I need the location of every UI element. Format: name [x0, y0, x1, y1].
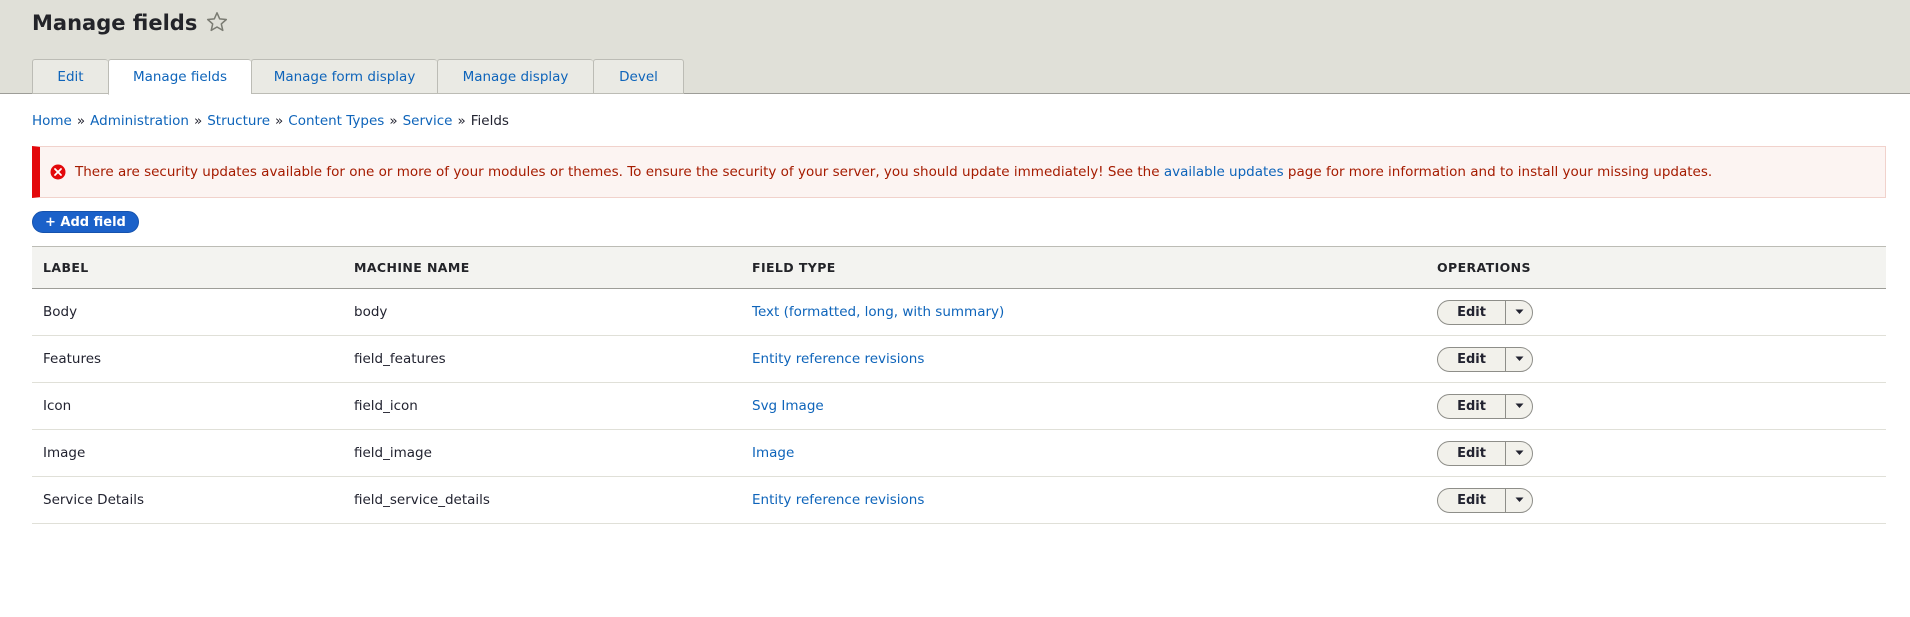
table-row: Image field_image Image Edit: [32, 429, 1886, 477]
breadcrumb-separator: »: [389, 113, 398, 129]
chevron-down-icon: [1515, 403, 1523, 408]
alert-text-after: page for more information and to install…: [1283, 164, 1713, 180]
primary-tabs: Edit Manage fields Manage form display M…: [32, 59, 684, 95]
star-outline-icon[interactable]: [205, 10, 229, 34]
field-type-link[interactable]: Svg Image: [752, 398, 824, 414]
tab-manage-display[interactable]: Manage display: [437, 59, 593, 94]
field-machine-name: body: [343, 288, 741, 336]
field-label: Body: [32, 288, 343, 336]
tab-manage-form-display[interactable]: Manage form display: [251, 59, 437, 94]
table-row: Features field_features Entity reference…: [32, 335, 1886, 383]
breadcrumb-service[interactable]: Service: [403, 113, 453, 129]
operations-dropbutton: Edit: [1437, 346, 1533, 372]
field-machine-name: field_image: [343, 429, 741, 477]
tab-edit[interactable]: Edit: [32, 59, 108, 94]
chevron-down-icon: [1515, 497, 1523, 502]
available-updates-link[interactable]: available updates: [1164, 164, 1284, 180]
dropbutton-toggle[interactable]: [1506, 395, 1532, 418]
add-field-button[interactable]: + Add field: [32, 211, 139, 233]
edit-button[interactable]: Edit: [1438, 300, 1506, 324]
operations-cell: Edit: [1426, 429, 1886, 477]
tab-devel[interactable]: Devel: [593, 59, 684, 94]
header-operations: OPERATIONS: [1426, 246, 1886, 289]
breadcrumb: Home» Administration» Structure» Content Ty…: [32, 111, 509, 131]
breadcrumb-home[interactable]: Home: [32, 113, 72, 129]
breadcrumb-current: Fields: [470, 113, 509, 129]
dropbutton-toggle[interactable]: [1506, 348, 1532, 371]
field-type-link[interactable]: Entity reference revisions: [752, 351, 924, 367]
field-label: Features: [32, 335, 343, 383]
edit-button[interactable]: Edit: [1438, 347, 1506, 371]
field-label: Image: [32, 429, 343, 477]
field-type-cell: Svg Image: [741, 382, 1426, 430]
page-header: Manage fields Edit Manage fields Manage …: [0, 0, 1910, 95]
breadcrumb-structure[interactable]: Structure: [207, 113, 270, 129]
chevron-down-icon: [1515, 356, 1523, 361]
fields-table: LABEL MACHINE NAME FIELD TYPE OPERATIONS…: [32, 246, 1886, 524]
field-type-cell: Entity reference revisions: [741, 335, 1426, 383]
table-header-row: LABEL MACHINE NAME FIELD TYPE OPERATIONS: [32, 246, 1886, 289]
page-title: Manage fields: [32, 11, 198, 35]
operations-cell: Edit: [1426, 382, 1886, 430]
operations-cell: Edit: [1426, 288, 1886, 336]
security-alert: There are security updates available for…: [32, 146, 1886, 198]
field-label: Service Details: [32, 476, 343, 524]
header-label: LABEL: [32, 246, 343, 289]
dropbutton-toggle[interactable]: [1506, 301, 1532, 324]
field-type-cell: Entity reference revisions: [741, 476, 1426, 524]
table-row: Body body Text (formatted, long, with su…: [32, 288, 1886, 336]
table-row: Icon field_icon Svg Image Edit: [32, 382, 1886, 430]
field-type-cell: Image: [741, 429, 1426, 477]
edit-button[interactable]: Edit: [1438, 488, 1506, 512]
breadcrumb-separator: »: [76, 113, 86, 129]
chevron-down-icon: [1515, 309, 1523, 314]
operations-dropbutton: Edit: [1437, 299, 1533, 325]
field-type-cell: Text (formatted, long, with summary): [741, 288, 1426, 336]
field-type-link[interactable]: Image: [752, 445, 794, 461]
chevron-down-icon: [1515, 450, 1523, 455]
breadcrumb-separator: »: [457, 113, 466, 129]
breadcrumb-separator: »: [193, 113, 203, 129]
alert-message: There are security updates available for…: [75, 164, 1712, 180]
operations-cell: Edit: [1426, 476, 1886, 524]
breadcrumb-administration[interactable]: Administration: [90, 113, 189, 129]
error-icon: [50, 164, 66, 180]
edit-button[interactable]: Edit: [1438, 394, 1506, 418]
dropbutton-toggle[interactable]: [1506, 442, 1532, 465]
field-label: Icon: [32, 382, 343, 430]
alert-text-before: There are security updates available for…: [75, 164, 1164, 180]
field-type-link[interactable]: Text (formatted, long, with summary): [752, 304, 1004, 320]
table-row: Service Details field_service_details En…: [32, 476, 1886, 524]
operations-dropbutton: Edit: [1437, 440, 1533, 466]
dropbutton-toggle[interactable]: [1506, 489, 1532, 512]
operations-dropbutton: Edit: [1437, 393, 1533, 419]
field-type-link[interactable]: Entity reference revisions: [752, 492, 924, 508]
header-field-type: FIELD TYPE: [741, 246, 1426, 289]
operations-dropbutton: Edit: [1437, 487, 1533, 513]
field-machine-name: field_service_details: [343, 476, 741, 524]
breadcrumb-content-types[interactable]: Content Types: [288, 113, 384, 129]
breadcrumb-separator: »: [275, 113, 284, 129]
operations-cell: Edit: [1426, 335, 1886, 383]
header-machine-name: MACHINE NAME: [343, 246, 741, 289]
tab-manage-fields[interactable]: Manage fields: [108, 59, 251, 95]
edit-button[interactable]: Edit: [1438, 441, 1506, 465]
field-machine-name: field_icon: [343, 382, 741, 430]
field-machine-name: field_features: [343, 335, 741, 383]
